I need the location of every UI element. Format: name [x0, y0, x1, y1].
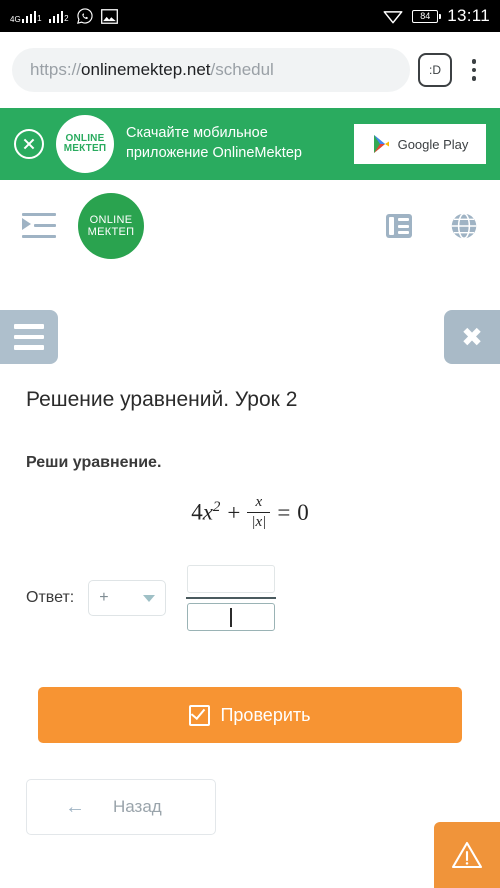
android-status-bar: 4G 1 2 84 13:11: [0, 0, 500, 32]
status-bar-right-icons: 84 13:11: [383, 6, 490, 26]
equation-right-side: 0: [297, 499, 309, 525]
browser-toolbar: https://onlinemektep.net/schedul :D: [0, 32, 500, 108]
back-button-label: Назад: [113, 797, 162, 816]
page-title: Решение уравнений. Урок 2: [26, 388, 298, 411]
app-download-banner: ONLINE МЕКТЕП Скачайте мобильное приложе…: [0, 108, 500, 180]
journal-list-icon[interactable]: [386, 214, 412, 238]
google-play-button[interactable]: Google Play: [354, 124, 486, 164]
google-play-label: Google Play: [397, 136, 469, 152]
sim1-signal: 4G 1: [10, 10, 42, 23]
answer-label: Ответ:: [26, 589, 75, 606]
task-prompt: Реши уравнение.: [26, 454, 162, 471]
sim2-signal: 2: [48, 10, 69, 23]
google-play-icon: [373, 135, 389, 153]
denominator-input[interactable]: [187, 603, 276, 631]
image-icon: [100, 8, 118, 24]
emoji-button[interactable]: :D: [418, 53, 452, 87]
banner-logo: ONLINE МЕКТЕП: [56, 115, 114, 173]
back-button[interactable]: ← Назад: [26, 779, 216, 835]
url-path: /schedul: [210, 60, 274, 79]
banner-text-line2: приложение OnlineMektep: [126, 145, 302, 161]
clock-label: 13:11: [447, 6, 490, 25]
wifi-icon: [383, 11, 403, 24]
site-logo-line2: МЕКТЕП: [87, 226, 135, 238]
fraction-bar: [186, 597, 277, 599]
check-button[interactable]: Проверить: [38, 687, 462, 743]
close-lesson-button[interactable]: ✖: [444, 310, 500, 364]
browser-menu-icon[interactable]: [460, 55, 488, 85]
equation-coefficient: 4x2: [191, 499, 221, 525]
indent-menu-icon[interactable]: [22, 213, 56, 239]
network-type-label: 4G: [10, 14, 21, 24]
site-header: ONLINE МЕКТЕП: [0, 180, 500, 272]
sign-select-value: +: [99, 589, 109, 606]
fraction-numerator: x: [255, 494, 263, 510]
banner-text-line1: Скачайте мобильное: [126, 125, 268, 142]
site-logo[interactable]: ONLINE МЕКТЕП: [78, 193, 144, 259]
equation-operator: +: [227, 499, 241, 525]
url-domain: onlinemektep.net: [81, 60, 211, 79]
answer-row: Ответ: +: [26, 565, 474, 631]
site-logo-line1: ONLINE: [89, 213, 133, 226]
equation-display: 4x2 + x |x| = 0: [26, 494, 474, 531]
close-icon[interactable]: [14, 129, 44, 159]
banner-text: Скачайте мобильное приложение OnlineMekt…: [126, 124, 342, 163]
hamburger-icon[interactable]: [0, 310, 58, 364]
arrow-left-icon: ←: [65, 796, 85, 818]
battery-level-label: 84: [420, 10, 431, 21]
equation-equals: =: [277, 499, 291, 525]
sim2-label: 2: [64, 13, 69, 23]
lesson-body: Решение уравнений. Урок 2 Реши уравнение…: [0, 388, 500, 835]
check-button-label: Проверить: [220, 704, 311, 725]
signal-bars-icon-2: [48, 10, 64, 23]
whatsapp-icon: [76, 8, 93, 24]
text-caret: [230, 607, 233, 627]
signal-bars-icon: [21, 10, 37, 23]
equation-fraction: x |x|: [247, 494, 271, 531]
url-bar[interactable]: https://onlinemektep.net/schedul: [12, 48, 410, 92]
lesson-toolbar: ✖: [0, 310, 500, 366]
sim1-label: 1: [37, 13, 42, 23]
status-bar-left-icons: 4G 1 2: [10, 7, 118, 25]
globe-icon[interactable]: [450, 212, 478, 240]
url-scheme: https://: [30, 60, 82, 79]
sign-select[interactable]: +: [88, 580, 167, 616]
warning-triangle-icon: [451, 841, 483, 869]
checkbox-icon: [189, 704, 211, 726]
banner-logo-line2: МЕКТЕП: [63, 143, 107, 154]
numerator-input[interactable]: [187, 565, 276, 593]
fraction-denominator: |x|: [247, 512, 271, 531]
report-problem-button[interactable]: [434, 822, 500, 888]
chevron-down-icon: [143, 594, 156, 602]
fraction-answer-input: [186, 565, 277, 631]
battery-indicator: 84: [412, 9, 442, 23]
